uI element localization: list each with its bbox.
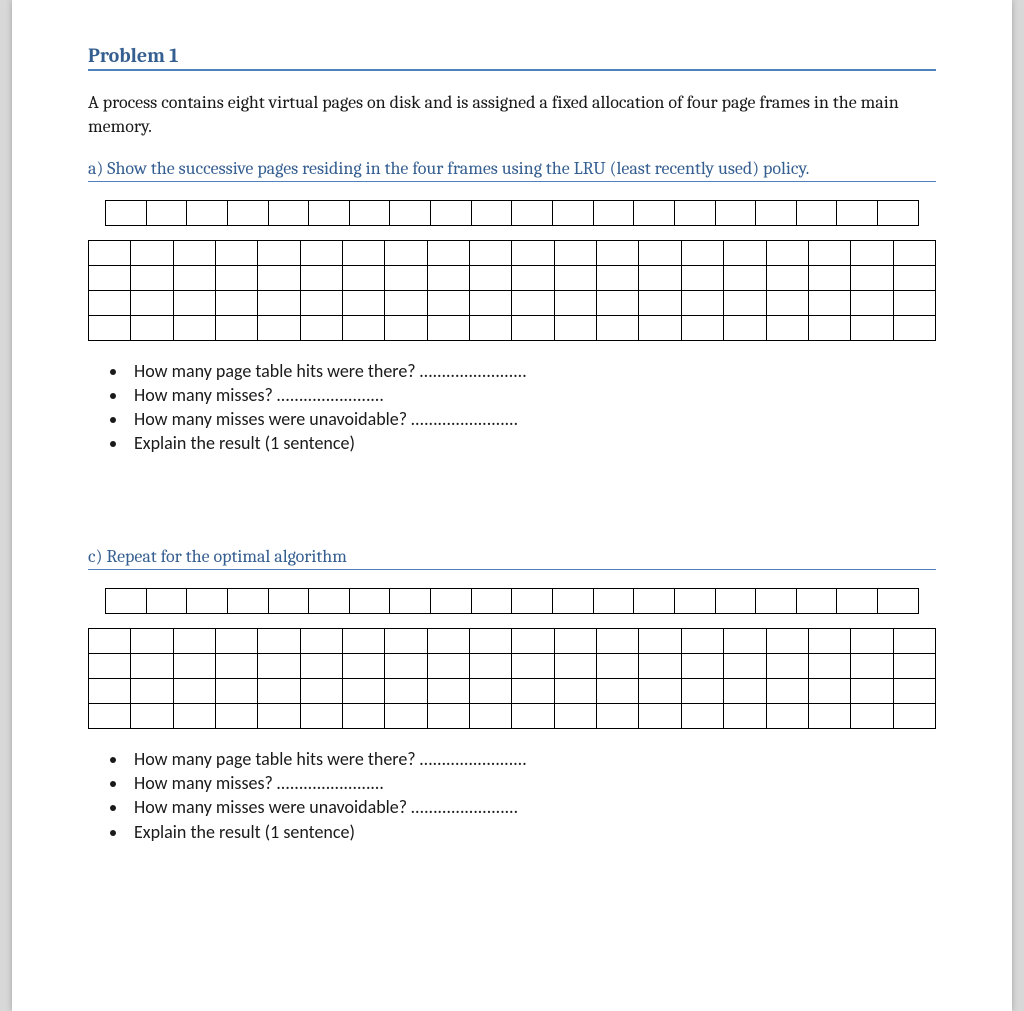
question-a-unavoidable: How many misses were unavoidable? ………………… (128, 407, 936, 431)
problem-statement: A process contains eight virtual pages o… (88, 91, 936, 140)
question-c-unavoidable: How many misses were unavoidable? ………………… (128, 795, 936, 819)
grid-c-row (88, 588, 936, 614)
question-c-explain: Explain the result (1 sentence) (128, 820, 936, 844)
grid-a-row (88, 200, 936, 226)
grid-a-frames (88, 240, 936, 341)
problem-title: Problem 1 (88, 44, 936, 71)
reference-row-table-c (105, 588, 919, 614)
questions-list-a: How many page table hits were there? ………… (128, 359, 936, 456)
question-a-explain: Explain the result (1 sentence) (128, 431, 936, 455)
subheading-c: c) Repeat for the optimal algorithm (88, 546, 936, 570)
question-c-hits: How many page table hits were there? ………… (128, 747, 936, 771)
document-page: Problem 1 A process contains eight virtu… (12, 0, 1012, 1011)
subheading-a: a) Show the successive pages residing in… (88, 158, 936, 182)
frame-table-c (88, 628, 936, 729)
frame-table-a (88, 240, 936, 341)
question-c-misses: How many misses? …………………… (128, 771, 936, 795)
reference-row-table-a (105, 200, 919, 226)
section-gap (88, 456, 936, 546)
grid-c-frames (88, 628, 936, 729)
question-a-hits: How many page table hits were there? ………… (128, 359, 936, 383)
question-a-misses: How many misses? …………………… (128, 383, 936, 407)
questions-list-c: How many page table hits were there? ………… (128, 747, 936, 844)
viewport: Problem 1 A process contains eight virtu… (0, 0, 1024, 1011)
